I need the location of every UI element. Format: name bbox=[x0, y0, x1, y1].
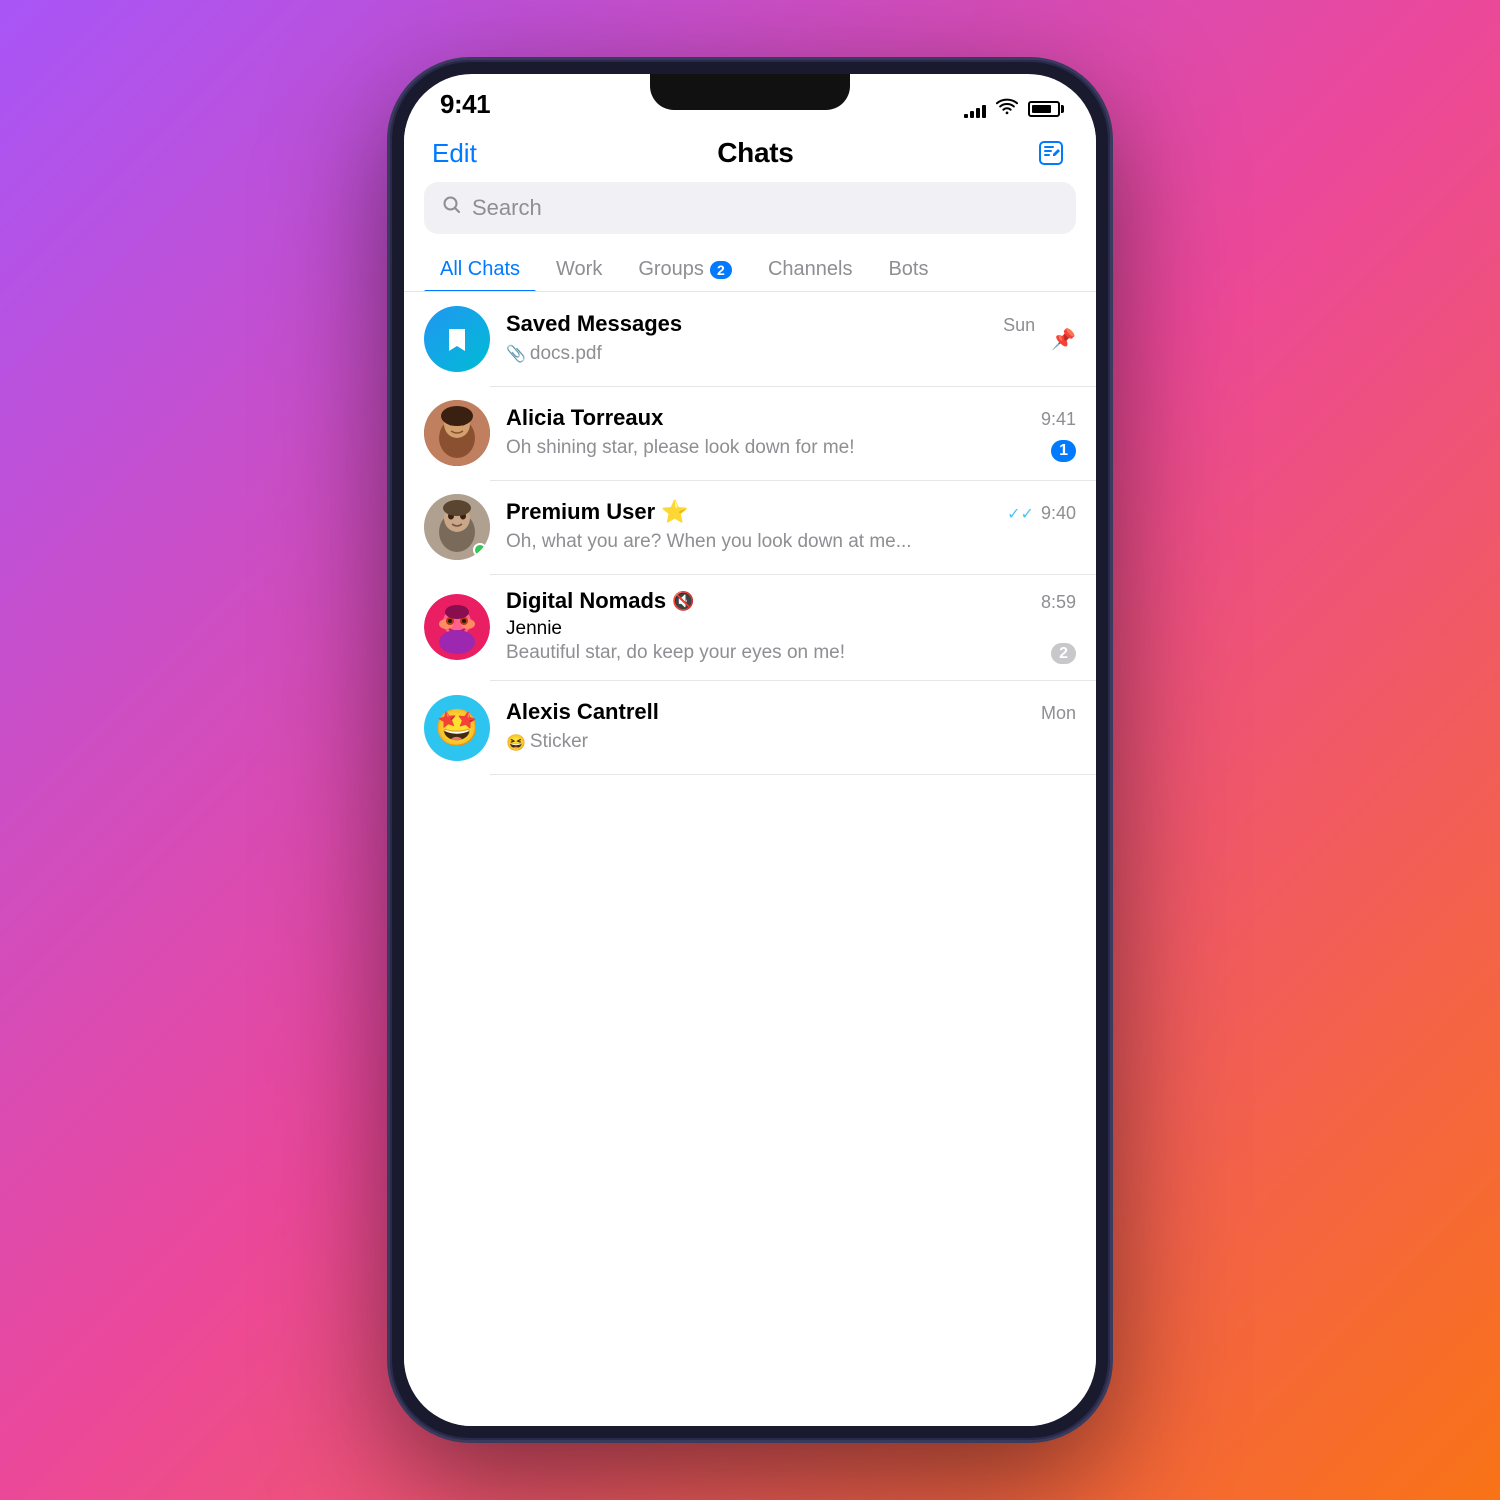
alicia-face-svg bbox=[424, 400, 490, 466]
bookmark-icon bbox=[439, 321, 475, 357]
wifi-icon bbox=[996, 97, 1018, 120]
unread-count-alicia: 1 bbox=[1051, 440, 1076, 462]
premium-star-icon: ⭐ bbox=[661, 499, 688, 525]
tab-channels[interactable]: Channels bbox=[752, 248, 869, 291]
chat-time-saved-messages: Sun bbox=[1003, 315, 1035, 336]
signal-bars-icon bbox=[964, 100, 986, 118]
time-premium: 9:40 bbox=[1041, 503, 1076, 523]
chat-sender-digital-nomads: Jennie bbox=[506, 618, 1076, 640]
page-title: Chats bbox=[717, 137, 793, 169]
chat-time-premium: ✓✓ 9:40 bbox=[1007, 503, 1076, 524]
chat-body-saved-messages: Saved Messages Sun 📎 docs.pdf bbox=[506, 311, 1035, 368]
phone-wrapper: 9:41 bbox=[390, 60, 1110, 1440]
chat-item-alexis[interactable]: 🤩 Alexis Cantrell Mon 😆 Sticker bbox=[404, 681, 1096, 775]
chat-top-premium: Premium User ⭐ ✓✓ 9:40 bbox=[506, 499, 1076, 525]
chat-top-saved-messages: Saved Messages Sun bbox=[506, 311, 1035, 337]
chat-preview-premium: Oh, what you are? When you look down at … bbox=[506, 529, 1076, 556]
chat-item-digital-nomads[interactable]: Digital Nomads 🔇 8:59 Jennie Beautiful s… bbox=[404, 574, 1096, 681]
battery-icon bbox=[1028, 101, 1060, 117]
chat-item-premium[interactable]: Premium User ⭐ ✓✓ 9:40 Oh, what you are?… bbox=[404, 480, 1096, 574]
tab-all-chats-label: All Chats bbox=[440, 258, 520, 281]
digital-nomads-name: Digital Nomads bbox=[506, 588, 666, 614]
chat-body-alicia: Alicia Torreaux 9:41 Oh shining star, pl… bbox=[506, 405, 1076, 462]
avatar-alicia bbox=[424, 400, 490, 466]
chat-time-alicia: 9:41 bbox=[1041, 409, 1076, 430]
avatar-premium bbox=[424, 494, 490, 560]
chat-preview-saved-messages: docs.pdf bbox=[530, 341, 602, 368]
chat-top-alicia: Alicia Torreaux 9:41 bbox=[506, 405, 1076, 431]
search-placeholder: Search bbox=[472, 195, 542, 221]
chat-item-saved-messages[interactable]: Saved Messages Sun 📎 docs.pdf 📌 bbox=[404, 292, 1096, 386]
double-check-icon: ✓✓ bbox=[1007, 506, 1034, 523]
chat-item-alicia[interactable]: Alicia Torreaux 9:41 Oh shining star, pl… bbox=[404, 386, 1096, 480]
signal-bar-2 bbox=[970, 111, 974, 118]
chat-name-saved-messages: Saved Messages bbox=[506, 311, 682, 337]
tabs-bar: All Chats Work Groups 2 Channels Bots bbox=[404, 248, 1096, 292]
pin-icon-saved-messages: 📌 bbox=[1051, 327, 1076, 352]
avatar-saved-messages bbox=[424, 306, 490, 372]
unread-count-digital-nomads: 2 bbox=[1051, 643, 1076, 664]
avatar-digital-nomads bbox=[424, 594, 490, 660]
digital-nomads-svg bbox=[424, 594, 490, 660]
signal-bar-1 bbox=[964, 114, 968, 118]
phone-frame: 9:41 bbox=[390, 60, 1110, 1440]
chat-preview-alexis: Sticker bbox=[530, 729, 588, 756]
signal-bar-3 bbox=[976, 108, 980, 118]
chat-badge-alicia: 1 bbox=[1051, 440, 1076, 462]
tab-groups[interactable]: Groups 2 bbox=[622, 248, 748, 291]
mute-icon-digital-nomads: 🔇 bbox=[672, 591, 694, 612]
tab-work-label: Work bbox=[556, 258, 602, 281]
tab-bots[interactable]: Bots bbox=[872, 248, 944, 291]
chat-badge-digital-nomads: 2 bbox=[1051, 645, 1076, 663]
tab-all-chats[interactable]: All Chats bbox=[424, 248, 536, 291]
app-content: Edit Chats bbox=[404, 128, 1096, 1426]
premium-name-text: Premium User bbox=[506, 499, 655, 525]
chat-body-digital-nomads: Digital Nomads 🔇 8:59 Jennie Beautiful s… bbox=[506, 588, 1076, 667]
chat-preview-alicia: Oh shining star, please look down for me… bbox=[506, 435, 1076, 462]
preview-row-alexis: 😆 Sticker bbox=[506, 729, 1076, 756]
tab-work[interactable]: Work bbox=[540, 248, 618, 291]
chat-preview-digital-nomads-wrapper: Jennie Beautiful star, do keep your eyes… bbox=[506, 618, 1076, 667]
chat-name-alexis: Alexis Cantrell bbox=[506, 699, 659, 725]
search-bar[interactable]: Search bbox=[424, 182, 1076, 234]
compose-button[interactable] bbox=[1034, 136, 1068, 170]
avatar-alexis: 🤩 bbox=[424, 695, 490, 761]
tab-groups-label: Groups bbox=[638, 258, 704, 281]
paperclip-icon: 📎 bbox=[506, 344, 526, 364]
chat-preview-digital-nomads: Beautiful star, do keep your eyes on me! bbox=[506, 640, 1076, 667]
chat-name-digital-nomads: Digital Nomads 🔇 bbox=[506, 588, 695, 614]
tab-bots-label: Bots bbox=[888, 258, 928, 281]
tab-channels-label: Channels bbox=[768, 258, 853, 281]
compose-icon bbox=[1037, 139, 1065, 167]
signal-bar-4 bbox=[982, 105, 986, 118]
tab-groups-badge: 2 bbox=[710, 261, 732, 279]
chat-name-alicia: Alicia Torreaux bbox=[506, 405, 663, 431]
chat-body-premium: Premium User ⭐ ✓✓ 9:40 Oh, what you are?… bbox=[506, 499, 1076, 556]
battery-fill bbox=[1032, 105, 1051, 113]
phone-screen: 9:41 bbox=[404, 74, 1096, 1426]
chat-top-digital-nomads: Digital Nomads 🔇 8:59 bbox=[506, 588, 1076, 614]
chat-name-premium: Premium User ⭐ bbox=[506, 499, 689, 525]
chat-list: Saved Messages Sun 📎 docs.pdf 📌 bbox=[404, 292, 1096, 1426]
header: Edit Chats bbox=[404, 128, 1096, 182]
edit-button[interactable]: Edit bbox=[432, 138, 477, 169]
status-time: 9:41 bbox=[440, 89, 490, 120]
alexis-emoji: 🤩 bbox=[435, 707, 480, 749]
chat-body-alexis: Alexis Cantrell Mon 😆 Sticker bbox=[506, 699, 1076, 756]
chat-top-alexis: Alexis Cantrell Mon bbox=[506, 699, 1076, 725]
preview-row-saved-messages: 📎 docs.pdf bbox=[506, 341, 1035, 368]
search-icon bbox=[442, 195, 462, 221]
status-icons bbox=[964, 97, 1060, 120]
online-dot-premium bbox=[473, 543, 487, 557]
sticker-emoji-icon: 😆 bbox=[506, 733, 526, 753]
phone-notch bbox=[650, 74, 850, 110]
chat-time-digital-nomads: 8:59 bbox=[1041, 592, 1076, 613]
chat-time-alexis: Mon bbox=[1041, 703, 1076, 724]
